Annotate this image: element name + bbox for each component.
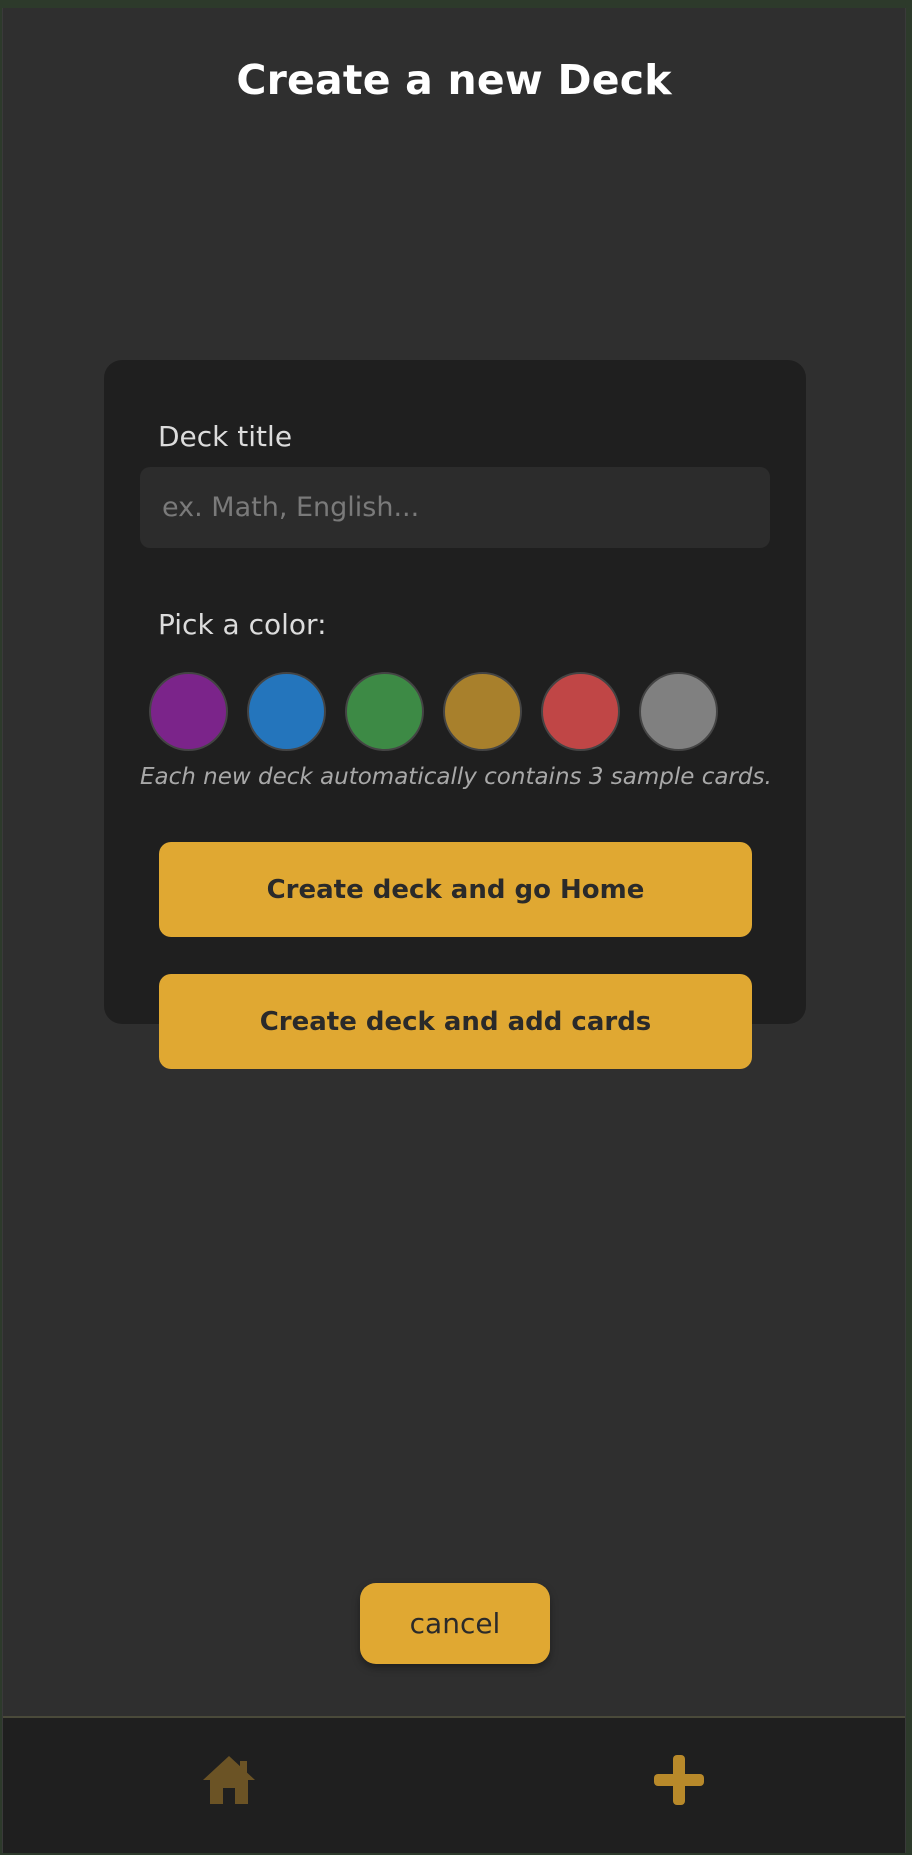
create-deck-add-cards-button[interactable]: Create deck and add cards xyxy=(159,974,752,1069)
color-swatch-green[interactable] xyxy=(345,672,424,751)
color-swatch-gold[interactable] xyxy=(443,672,522,751)
cancel-button[interactable]: cancel xyxy=(360,1583,550,1664)
create-deck-go-home-button[interactable]: Create deck and go Home xyxy=(159,842,752,937)
color-picker-label: Pick a color: xyxy=(158,608,327,641)
app-frame: Create a new Deck Deck title Pick a colo… xyxy=(2,8,906,1853)
color-swatch-gray[interactable] xyxy=(639,672,718,751)
sample-cards-note: Each new deck automatically contains 3 s… xyxy=(140,764,772,790)
nav-home-button[interactable] xyxy=(199,1752,259,1808)
home-icon xyxy=(203,1756,255,1804)
page-title: Create a new Deck xyxy=(236,56,672,104)
color-swatch-blue[interactable] xyxy=(247,672,326,751)
nav-add-button[interactable] xyxy=(649,1752,709,1808)
deck-title-input[interactable] xyxy=(140,467,770,548)
color-swatch-purple[interactable] xyxy=(149,672,228,751)
deck-title-label: Deck title xyxy=(158,420,293,453)
bottom-nav xyxy=(3,1716,905,1853)
color-swatches xyxy=(149,672,718,751)
color-swatch-red[interactable] xyxy=(541,672,620,751)
plus-icon xyxy=(654,1755,704,1805)
